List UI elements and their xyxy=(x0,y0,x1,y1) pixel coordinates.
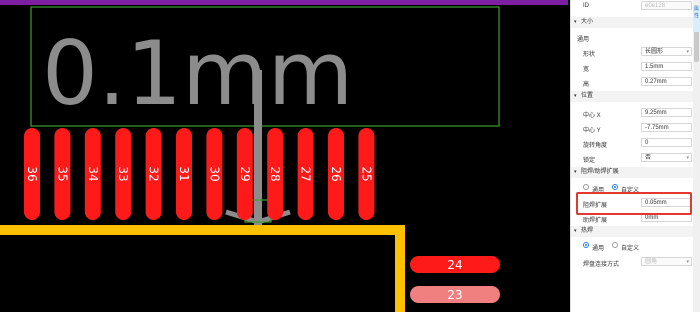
side-tab-properties[interactable]: 属性 xyxy=(693,6,700,32)
height-field[interactable]: 0.27mm xyxy=(641,77,692,86)
shape-row: 形状 长圆形 ▾ xyxy=(571,46,700,58)
general-label: 通用 xyxy=(577,37,590,43)
id-row: ID e0e128 xyxy=(571,0,700,12)
shape-select[interactable]: 长圆形 xyxy=(641,47,692,56)
center-y-row: 中心 Y -7.75mm xyxy=(571,122,700,134)
id-field: e0e128 xyxy=(641,1,692,10)
thermal-mode-row: 通用 自定义 xyxy=(571,240,700,252)
chevron-down-icon: ▾ xyxy=(686,49,689,55)
mask-section-header[interactable]: ▾ 阻焊/助焊扩展 xyxy=(571,167,700,178)
rotation-field[interactable]: 0 xyxy=(641,138,692,147)
size-section-header[interactable]: ▾ 大小 xyxy=(571,17,700,28)
connect-label: 焊盘连接方式 xyxy=(583,262,620,268)
silk-stem xyxy=(254,70,262,230)
thermal-section-header[interactable]: ▾ 热焊 xyxy=(571,226,700,237)
thermal-custom-radio[interactable] xyxy=(612,242,618,248)
mask-general-radio[interactable] xyxy=(583,184,589,190)
rotation-row: 旋转角度 0 xyxy=(571,137,700,149)
board-outline xyxy=(0,225,405,312)
center-x-label: 中心 X xyxy=(583,113,601,119)
pad-number-label: 32 xyxy=(147,166,161,181)
mask-section-title: 阻焊/助焊扩展 xyxy=(581,169,619,175)
lock-label: 锁定 xyxy=(583,158,596,164)
caret-down-icon: ▾ xyxy=(574,169,577,175)
pad-number-label: 23 xyxy=(447,288,462,302)
pad-number-label: 29 xyxy=(238,166,252,181)
pad-number-label: 30 xyxy=(207,166,221,181)
pcb-drawing: 0.1mm 36 35 34 33 32 31 30 29 28 27 26 25 24 23 xyxy=(0,0,568,312)
general-row: 通用 xyxy=(571,31,700,43)
connect-row: 焊盘连接方式 圆角 ▾ xyxy=(571,256,700,268)
top-layer-bar xyxy=(0,0,568,5)
position-section-title: 位置 xyxy=(581,93,594,99)
solder-mask-highlight-box xyxy=(576,192,692,215)
caret-down-icon: ▾ xyxy=(574,93,577,99)
height-row: 高 0.27mm xyxy=(571,76,700,88)
width-field[interactable]: 1.5mm xyxy=(641,62,692,71)
pad-number-label: 24 xyxy=(447,258,462,272)
shape-label: 形状 xyxy=(583,52,596,58)
position-section-header[interactable]: ▾ 位置 xyxy=(571,91,700,102)
id-label: ID xyxy=(583,3,589,9)
lock-row: 锁定 否 ▾ xyxy=(571,152,700,164)
center-x-field[interactable]: 9.25mm xyxy=(641,108,692,117)
pad-number-label: 35 xyxy=(55,166,69,181)
pad-number-label: 31 xyxy=(177,166,191,181)
scrollbar-thumb[interactable] xyxy=(694,28,699,62)
size-section-title: 大小 xyxy=(581,19,594,25)
thermal-custom-label: 自定义 xyxy=(621,246,640,252)
thermal-general-label: 通用 xyxy=(592,246,605,252)
thermal-section-title: 热焊 xyxy=(581,228,594,234)
center-y-label: 中心 Y xyxy=(583,128,601,134)
chevron-down-icon: ▾ xyxy=(686,259,689,265)
height-label: 高 xyxy=(583,82,590,88)
caret-down-icon: ▾ xyxy=(574,19,577,25)
pad-number-label: 26 xyxy=(329,166,343,181)
pad-number-label: 33 xyxy=(116,166,130,181)
chevron-down-icon: ▾ xyxy=(686,155,689,161)
pad-number-label: 25 xyxy=(359,166,373,181)
pad-number-label: 34 xyxy=(86,166,100,181)
pad-number-label: 27 xyxy=(299,166,313,181)
rotation-label: 旋转角度 xyxy=(583,143,608,149)
paste-mask-label: 助焊扩展 xyxy=(583,218,608,224)
properties-panel: ID e0e128 ▾ 大小 通用 形状 长圆形 ▾ 宽 1.5mm 高 0.27… xyxy=(570,0,700,312)
caret-down-icon: ▾ xyxy=(574,228,577,234)
center-x-row: 中心 X 9.25mm xyxy=(571,107,700,119)
width-row: 宽 1.5mm xyxy=(571,61,700,73)
silk-text[interactable]: 0.1mm xyxy=(42,22,353,125)
pad-number-label: 36 xyxy=(25,166,39,181)
pcb-canvas[interactable]: 0.1mm 36 35 34 33 32 31 30 29 28 27 26 25 24 23 xyxy=(0,0,568,312)
connect-select[interactable]: 圆角 xyxy=(641,257,692,266)
pad-number-label: 28 xyxy=(268,166,282,181)
width-label: 宽 xyxy=(583,67,590,73)
center-y-field[interactable]: -7.75mm xyxy=(641,123,692,132)
mask-custom-radio[interactable] xyxy=(612,184,618,190)
panel-scrollbar[interactable] xyxy=(693,0,700,312)
lock-select[interactable]: 否 xyxy=(641,153,692,162)
thermal-general-radio[interactable] xyxy=(583,242,589,248)
